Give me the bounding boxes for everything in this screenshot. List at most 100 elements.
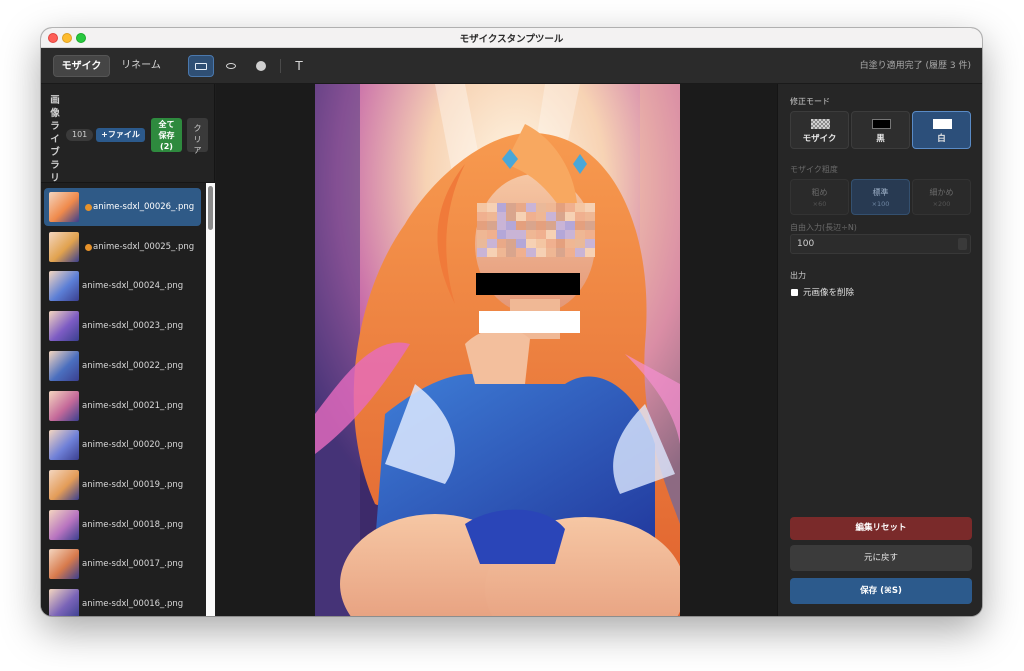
save-all-button[interactable]: 全て 保存 (2) [151,118,182,152]
mosaic-pixel [555,203,566,212]
text-tool-icon: T [295,59,303,73]
mosaic-pixel [575,221,586,230]
reset-edits-button[interactable]: 編集リセット [790,517,972,540]
scrollbar-thumb[interactable] [208,186,213,230]
anime-illustration [315,84,680,616]
coarse-standard-button[interactable]: 標準 ×100 [851,179,910,215]
file-list-item[interactable]: anime-sdxl_00019_.png [44,466,201,504]
mode-mosaic-button[interactable]: モザイク [790,111,849,149]
coarseness-label: モザイク粗度 [790,165,838,174]
coarse-fine-label: 細かめ [929,188,954,197]
file-list-scrollbar[interactable] [206,183,215,616]
file-list-item[interactable]: anime-sdxl_00017_.png [44,545,201,583]
file-list-item[interactable]: anime-sdxl_00023_.png [44,307,201,345]
file-thumbnail [49,509,79,540]
brush-tool-button[interactable] [248,55,274,77]
white-swatch-icon [933,119,952,129]
mosaic-pixel [585,230,595,239]
file-list-item[interactable]: anime-sdxl_00021_.png [44,387,201,425]
ellipse-tool-button[interactable] [218,55,244,77]
mosaic-pixel [486,212,497,221]
mosaic-pixel [585,203,595,212]
toolbar-divider [280,59,281,73]
delete-original-checkbox[interactable] [791,289,798,296]
clear-button[interactable]: クリア [187,118,208,155]
mosaic-pixel [496,248,507,257]
save-button[interactable]: 保存 (⌘S) [790,578,972,604]
coarse-standard-value: ×100 [871,200,890,208]
output-section-label: 出力 [790,271,806,280]
file-thumbnail [49,231,79,262]
coarse-rough-value: ×60 [812,200,827,208]
input-stepper[interactable] [958,238,967,250]
clear-label-line: ク [193,124,202,133]
mosaic-pixel [477,230,487,239]
mosaic-pixel [506,239,517,248]
mosaic-pixel [496,230,507,239]
mosaic-pixel [545,230,556,239]
file-list-item[interactable]: anime-sdxl_00025_.png [44,228,201,266]
file-thumbnail [49,311,79,342]
mosaic-pixel [535,239,546,248]
library-title-char: ブ [50,147,60,158]
toolbar: モザイク リネーム T 白塗り適用完了 (履歴 3 件) [41,48,982,84]
mosaic-pixel [575,212,586,221]
clear-label-line: リ [193,135,202,144]
file-list-item[interactable]: anime-sdxl_00026_.png [44,188,201,226]
file-list-item[interactable]: anime-sdxl_00016_.png [44,585,201,616]
library-title-char: 画 [50,95,60,106]
mosaic-pixel [506,221,517,230]
mosaic-pixel [555,239,566,248]
app-window: モザイクスタンプツール モザイク リネーム T 白塗り適用完了 (履歴 3 件)… [41,28,982,616]
coarse-rough-button[interactable]: 粗め ×60 [790,179,849,215]
file-list-item[interactable]: anime-sdxl_00022_.png [44,347,201,385]
rect-tool-button[interactable] [188,55,214,77]
status-text: 白塗り適用完了 (履歴 3 件) [859,61,971,71]
settings-panel: 修正モード モザイク 黒 白 モザイク粗度 粗め ×60 標準 ×100 細かめ… [777,84,982,616]
mosaic-pixel [516,212,527,221]
coarse-rough-label: 粗め [811,188,828,197]
file-list-item[interactable]: anime-sdxl_00024_.png [44,267,201,305]
mode-black-button[interactable]: 黒 [851,111,910,149]
white-fill-region[interactable] [479,311,580,333]
mosaic-pixel [496,239,507,248]
coarse-fine-button[interactable]: 細かめ ×200 [912,179,971,215]
mosaic-region[interactable] [477,203,595,257]
rect-tool-icon [195,62,207,70]
mode-white-button[interactable]: 白 [912,111,971,149]
add-file-button[interactable]: +ファイル [96,128,145,142]
tab-rename[interactable]: リネーム [113,55,169,77]
library-title-char: ラ [50,160,60,171]
file-name: anime-sdxl_00017_.png [82,559,184,570]
mosaic-pixel [496,212,507,221]
library-title-char: 像 [50,108,60,119]
file-list-item[interactable]: anime-sdxl_00020_.png [44,426,201,464]
black-fill-region[interactable] [476,273,580,295]
undo-button[interactable]: 元に戻す [790,545,972,571]
mosaic-pixel [565,248,576,257]
mosaic-pixel [575,203,586,212]
modified-indicator-icon [85,204,92,211]
mosaic-pixel [555,212,566,221]
free-input-field[interactable]: 100 [790,234,971,254]
text-tool-button[interactable]: T [286,55,312,77]
tab-mosaic[interactable]: モザイク [53,55,110,77]
mosaic-pixel [585,239,595,248]
file-list-item[interactable]: anime-sdxl_00018_.png [44,506,201,544]
mosaic-pixel [526,203,536,212]
edit-image[interactable] [315,84,680,616]
file-name: anime-sdxl_00025_.png [93,241,195,252]
mosaic-pixel [565,239,576,248]
file-thumbnail [49,192,79,222]
mosaic-pixel [516,203,527,212]
mosaic-pixel [526,239,536,248]
save-all-label-line: (2) [160,142,173,151]
mosaic-pixel [555,230,566,239]
file-name: anime-sdxl_00016_.png [82,599,184,609]
checker-icon [811,119,830,129]
file-list[interactable]: anime-sdxl_00026_.png anime-sdxl_00025_.p… [41,183,206,616]
library-title: 画像ライブラリ [49,94,61,185]
save-all-label-line: 全て [158,120,175,129]
canvas-area[interactable] [216,84,777,616]
mosaic-pixel [506,248,517,257]
